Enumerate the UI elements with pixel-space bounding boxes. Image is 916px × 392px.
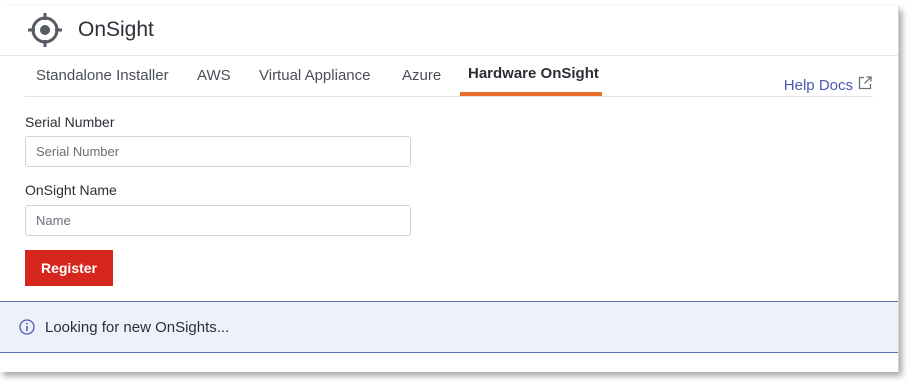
tab-standalone-installer[interactable]: Standalone Installer <box>36 56 169 94</box>
serial-number-input[interactable] <box>25 136 411 167</box>
status-banner: Looking for new OnSights... <box>0 301 898 353</box>
tab-aws[interactable]: AWS <box>197 56 231 94</box>
serial-number-label: Serial Number <box>25 114 115 130</box>
tab-virtual-appliance[interactable]: Virtual Appliance <box>259 56 370 94</box>
external-link-icon <box>858 76 872 94</box>
app-title: OnSight <box>78 18 154 41</box>
info-icon <box>19 319 35 335</box>
register-button[interactable]: Register <box>25 250 113 286</box>
help-docs-link[interactable]: Help Docs <box>784 76 872 94</box>
main-panel: OnSight Standalone Installer AWS Virtual… <box>0 6 899 372</box>
help-docs-label: Help Docs <box>783 76 853 94</box>
tab-hardware-onsight[interactable]: Hardware OnSight <box>460 56 602 96</box>
status-text: Looking for new OnSights... <box>45 318 230 336</box>
onsight-name-label: OnSight Name <box>25 182 117 198</box>
target-logo-icon <box>27 12 63 48</box>
app-header: OnSight <box>0 6 898 56</box>
tab-azure[interactable]: Azure <box>402 56 441 94</box>
tab-bar: Standalone Installer AWS Virtual Applian… <box>25 56 873 97</box>
onsight-name-input[interactable] <box>25 205 411 236</box>
